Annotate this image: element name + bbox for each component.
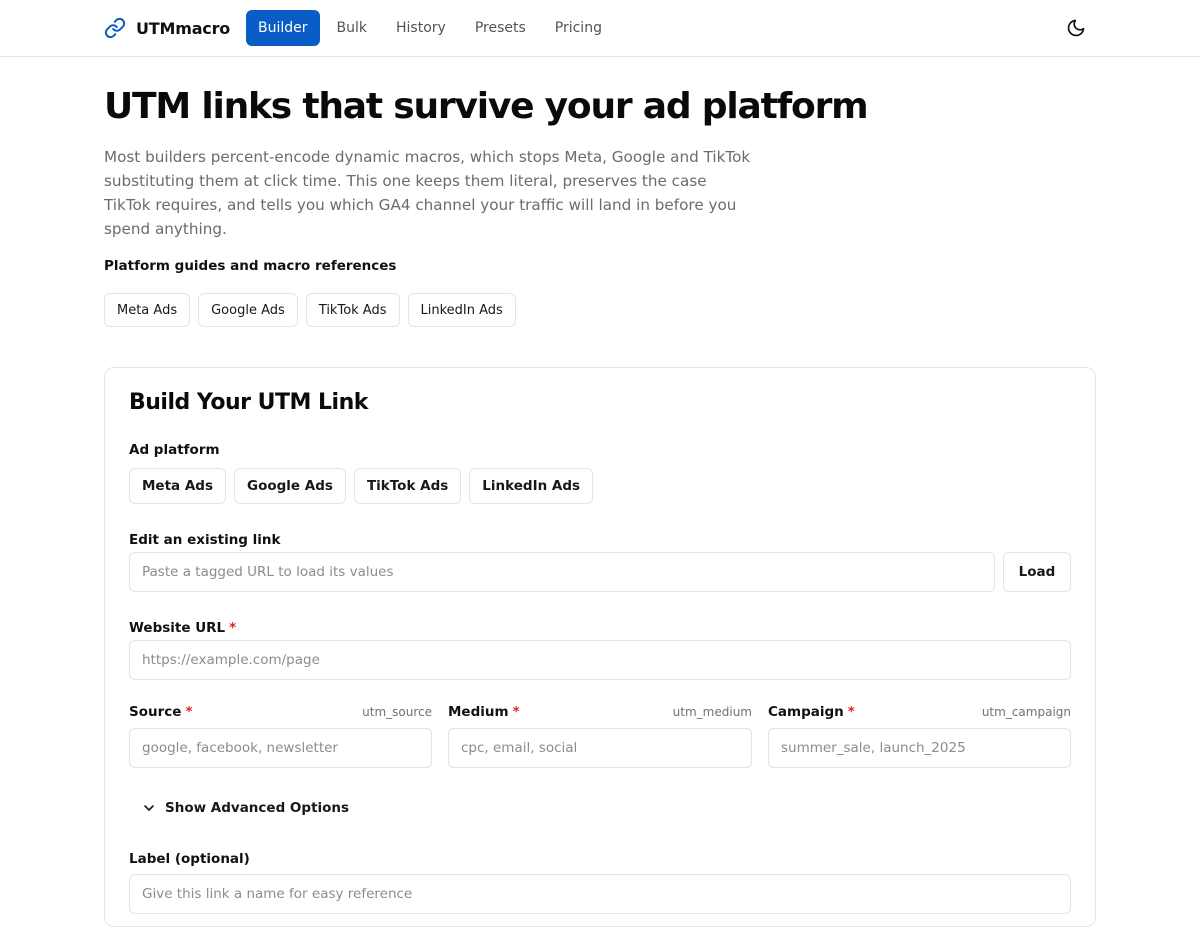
platform-label: Ad platform xyxy=(129,442,220,458)
campaign-input[interactable] xyxy=(768,728,1071,768)
load-button[interactable]: Load xyxy=(1003,552,1071,592)
medium-input[interactable] xyxy=(448,728,752,768)
guides-heading: Platform guides and macro references xyxy=(104,258,397,274)
brand[interactable]: UTMmacro xyxy=(104,14,230,42)
top-nav: UTMmacro Builder Bulk History Presets Pr… xyxy=(0,0,1200,57)
page-title: UTM links that survive your ad platform xyxy=(104,86,869,127)
advanced-options-toggle[interactable]: Show Advanced Options xyxy=(141,800,349,816)
nav-item-pricing[interactable]: Pricing xyxy=(543,10,614,46)
main-nav: Builder Bulk History Presets Pricing xyxy=(246,10,619,46)
guide-link-linkedin[interactable]: LinkedIn Ads xyxy=(407,293,516,327)
medium-label: Medium * xyxy=(448,704,520,720)
medium-param-hint: utm_medium xyxy=(672,705,752,719)
platform-button-meta[interactable]: Meta Ads xyxy=(129,468,227,504)
builder-card: Build Your UTM Link Ad platform Meta Ads… xyxy=(104,367,1096,927)
edit-link-label: Edit an existing link xyxy=(129,532,281,548)
platform-guides: Meta Ads Google Ads TikTok Ads LinkedIn … xyxy=(104,293,516,327)
link-icon xyxy=(104,17,126,39)
required-marker: * xyxy=(512,704,520,720)
medium-label-text: Medium xyxy=(448,704,509,720)
guide-link-tiktok[interactable]: TikTok Ads xyxy=(305,293,400,327)
campaign-param-hint: utm_campaign xyxy=(981,705,1071,719)
page-description: Most builders percent-encode dynamic mac… xyxy=(104,148,751,238)
website-url-label-text: Website URL xyxy=(129,620,226,636)
theme-toggle-button[interactable] xyxy=(1064,16,1088,40)
campaign-label: Campaign * xyxy=(768,704,855,720)
platform-button-google[interactable]: Google Ads xyxy=(234,468,346,504)
link-label-label: Label (optional) xyxy=(129,851,250,867)
nav-item-builder[interactable]: Builder xyxy=(246,10,320,46)
source-label-text: Source xyxy=(129,704,182,720)
required-marker: * xyxy=(229,620,237,636)
moon-icon xyxy=(1067,19,1085,37)
source-param-hint: utm_source xyxy=(362,705,432,719)
website-url-input[interactable] xyxy=(129,640,1071,680)
required-marker: * xyxy=(847,704,855,720)
nav-item-history[interactable]: History xyxy=(384,10,458,46)
nav-item-presets[interactable]: Presets xyxy=(463,10,538,46)
nav-item-bulk[interactable]: Bulk xyxy=(325,10,379,46)
existing-link-input[interactable] xyxy=(129,552,995,592)
website-url-label: Website URL * xyxy=(129,620,236,636)
required-marker: * xyxy=(185,704,193,720)
link-label-input[interactable] xyxy=(129,874,1071,914)
source-label: Source * xyxy=(129,704,193,720)
advanced-options-label: Show Advanced Options xyxy=(165,800,350,816)
guide-link-meta[interactable]: Meta Ads xyxy=(104,293,191,327)
guide-link-google[interactable]: Google Ads xyxy=(198,293,298,327)
chevron-down-icon xyxy=(144,805,154,811)
platform-button-tiktok[interactable]: TikTok Ads xyxy=(353,468,462,504)
platform-button-linkedin[interactable]: LinkedIn Ads xyxy=(469,468,594,504)
campaign-label-text: Campaign xyxy=(768,704,844,720)
brand-name: UTMmacro xyxy=(136,18,231,38)
builder-title: Build Your UTM Link xyxy=(129,390,368,415)
platform-selector: Meta Ads Google Ads TikTok Ads LinkedIn … xyxy=(129,468,594,504)
source-input[interactable] xyxy=(129,728,432,768)
